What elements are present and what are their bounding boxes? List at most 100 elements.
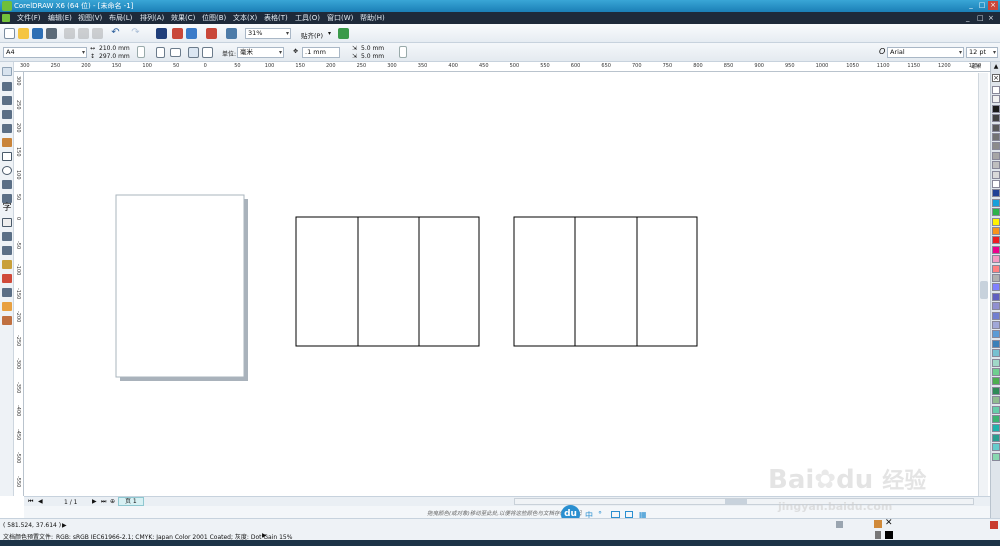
size-spinner[interactable] [137,46,145,58]
units-dropdown[interactable]: 毫米 ▾ [237,47,284,58]
menu-layout[interactable]: 布局(L) [109,13,132,23]
drawing-window[interactable] [25,73,990,496]
ellipse-tool-icon[interactable] [2,166,12,175]
menu-effects[interactable]: 效果(C) [171,13,195,23]
font-list-dropdown[interactable]: Arial ▾ [887,47,964,58]
welcome-screen-icon[interactable] [226,28,237,39]
duplicate-y-field[interactable]: 5.0 mm [361,53,384,60]
color-swatch[interactable] [992,349,1000,358]
color-swatch[interactable] [992,227,1000,235]
last-page-icon[interactable]: ⏭ [101,498,106,506]
menu-edit[interactable]: 编辑(E) [48,13,72,23]
application-launcher-icon[interactable] [206,28,217,39]
color-swatch[interactable] [992,217,1000,226]
fill-indicator-icon[interactable] [874,520,882,528]
menu-window[interactable]: 窗口(W) [327,13,353,23]
crop-tool-icon[interactable] [2,96,12,105]
copy-icon[interactable] [78,28,89,39]
rectangle-tool-icon[interactable] [2,152,12,161]
vertical-scroll-thumb[interactable] [980,281,988,299]
paste-icon[interactable] [92,28,103,39]
snap-chevron-icon[interactable]: ▾ [328,30,331,37]
color-swatch[interactable] [992,170,1000,179]
color-swatch[interactable] [992,86,1000,94]
menu-tools[interactable]: 工具(O) [295,13,320,23]
zoom-level-dropdown[interactable]: 31% ▾ [245,28,291,39]
cut-icon[interactable] [64,28,75,39]
color-swatch[interactable] [992,330,1000,339]
color-swatch[interactable] [992,198,1000,207]
search-content-icon[interactable] [156,28,167,39]
vertical-scrollbar[interactable] [978,73,988,496]
color-swatch[interactable] [992,123,1000,132]
table-tool-icon[interactable] [2,218,12,227]
color-swatch[interactable] [992,142,1000,151]
color-swatch[interactable] [992,443,1000,452]
page-size-dropdown[interactable]: A4 ▾ [3,47,87,58]
horizontal-scroll-thumb[interactable] [725,499,747,504]
color-profile-arrow-icon[interactable]: ▶ [262,532,267,539]
color-swatch[interactable] [992,311,1000,320]
fill-flyout-icon[interactable] [990,521,998,529]
menu-help[interactable]: 帮助(H) [360,13,385,23]
menu-arrange[interactable]: 排列(A) [140,13,164,23]
color-swatch[interactable] [992,255,1000,264]
palette-scroll-up-icon[interactable]: ▲ [992,64,1000,70]
snap-to-dropdown[interactable]: 贴齐(P) [301,30,323,40]
page-width-field[interactable]: 210.0 mm [99,45,130,52]
tri-fold-outline[interactable] [513,216,698,347]
blend-tool-icon[interactable] [2,260,12,269]
first-page-icon[interactable]: ⏮ [28,498,33,506]
print-icon[interactable] [46,28,57,39]
interactive-fill-tool-icon[interactable] [2,316,12,325]
ime-keyboard-icon[interactable] [611,511,620,518]
fill-tool-icon[interactable] [2,302,12,311]
text-tool-icon[interactable]: 字 [2,204,12,213]
color-swatch[interactable] [992,339,1000,348]
duplicate-x-field[interactable]: 5.0 mm [361,45,384,52]
maximize-button[interactable]: □ [977,1,987,10]
menu-file[interactable]: 文件(F) [17,13,41,23]
basic-shapes-tool-icon[interactable] [2,194,12,203]
options-icon[interactable] [338,28,349,39]
page-height-field[interactable]: 297.0 mm [99,53,130,60]
drawing-surface[interactable] [25,73,990,496]
color-swatch[interactable] [992,377,1000,386]
color-swatch[interactable] [992,236,1000,245]
outline-pen-indicator-icon[interactable] [875,531,881,539]
minimize-button[interactable]: _ [966,1,976,10]
ime-toolbox-icon[interactable] [625,511,633,518]
no-color-swatch[interactable]: × [992,74,1000,82]
color-swatch[interactable] [992,302,1000,311]
portrait-icon[interactable] [156,47,165,58]
new-document-icon[interactable] [4,28,15,39]
color-swatch[interactable] [992,433,1000,442]
prev-page-icon[interactable]: ◀ [38,498,43,505]
color-swatch[interactable] [992,208,1000,217]
landscape-icon[interactable] [170,48,181,57]
zoom-tool-icon[interactable] [2,110,12,119]
menu-bitmaps[interactable]: 位图(B) [202,13,226,23]
duplicate-spinner[interactable] [399,46,407,58]
tri-fold-layout-1[interactable] [295,216,480,347]
color-swatch[interactable] [992,161,1000,170]
status-expand-icon[interactable]: ▶ [62,522,67,529]
outline-pen-tool-icon[interactable] [2,288,12,297]
color-swatch[interactable] [992,245,1000,254]
connector-tool-icon[interactable] [2,246,12,255]
font-size-dropdown[interactable]: 12 pt ▾ [966,47,998,58]
doc-restore-button[interactable]: □ [977,13,984,23]
color-swatch[interactable] [992,180,1000,188]
export-icon[interactable] [186,28,197,39]
vertical-ruler[interactable]: 300 250 200 150 100 50 0 -50 -100 -150 -200 -250 -30… [14,72,24,496]
color-swatch[interactable] [992,151,1000,160]
color-swatch[interactable] [992,452,1000,461]
page-border[interactable] [115,194,245,378]
color-swatch[interactable] [992,95,1000,104]
color-swatch[interactable] [992,358,1000,367]
current-page-icon[interactable] [202,47,213,58]
color-eyedropper-tool-icon[interactable] [2,274,12,283]
outline-color-swatch[interactable] [885,531,893,539]
color-swatch[interactable] [992,292,1000,301]
color-swatch[interactable] [992,368,1000,376]
